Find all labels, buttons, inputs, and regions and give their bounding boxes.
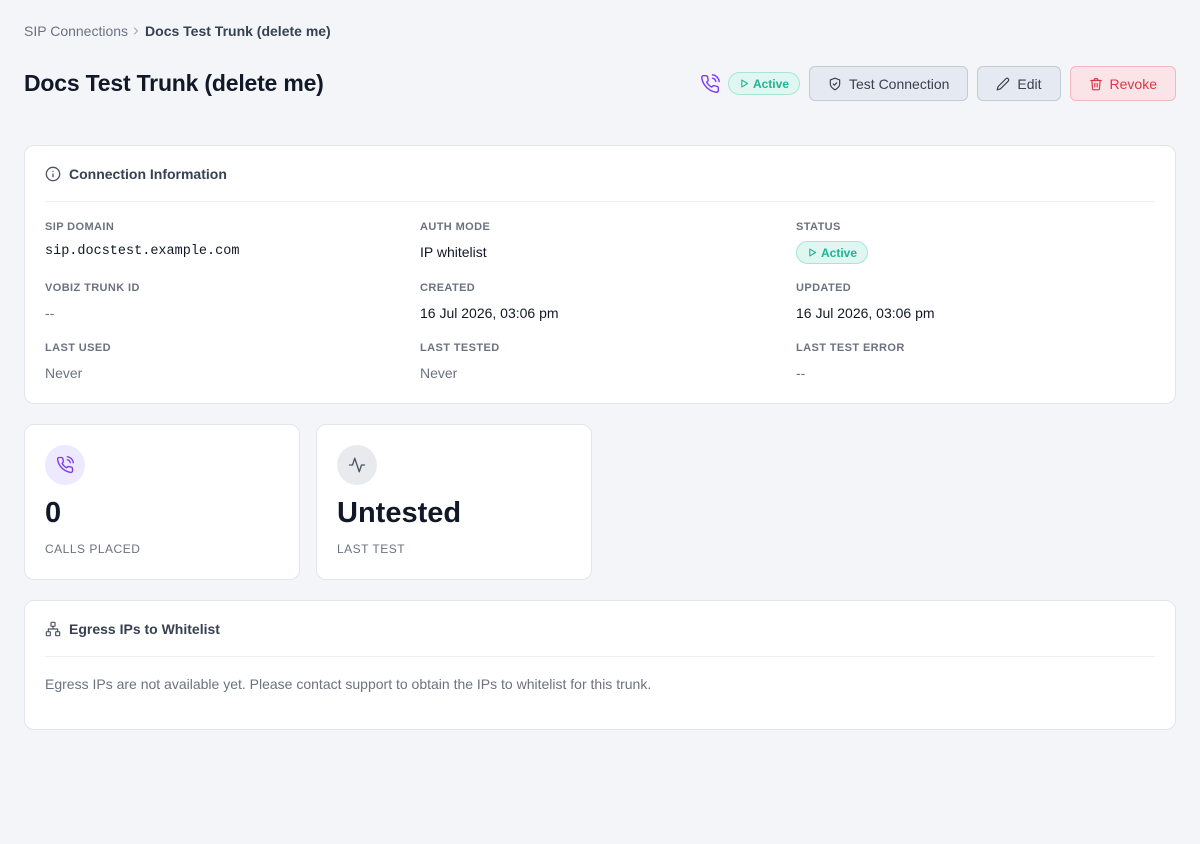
field-auth-mode: Auth Mode IP whitelist (420, 221, 760, 260)
status-badge-label: Active (821, 245, 858, 260)
breadcrumb: SIP Connections Docs Test Trunk (delete … (24, 22, 331, 40)
field-label: Status (796, 221, 841, 233)
field-created: Created 16 Jul 2026, 03:06 pm (420, 282, 760, 321)
egress-ips-message: Egress IPs are not available yet. Please… (45, 676, 652, 692)
play-icon (809, 248, 817, 257)
field-value: sip.docstest.example.com (45, 244, 240, 259)
field-label: Last Test Error (796, 342, 905, 354)
field-label: Last Tested (420, 342, 500, 354)
last-test-card: Untested Last Test (316, 424, 592, 580)
connection-information-header: Connection Information (45, 146, 1155, 202)
field-value: 16 Jul 2026, 03:06 pm (796, 305, 935, 321)
activity-icon (337, 445, 377, 485)
breadcrumb-link-sip-connections[interactable]: SIP Connections (24, 23, 128, 39)
field-value: Never (420, 365, 458, 381)
status-badge: Active (796, 241, 869, 264)
field-label: Updated (796, 282, 852, 294)
field-value: 16 Jul 2026, 03:06 pm (420, 305, 559, 321)
phone-outgoing-icon (700, 73, 720, 94)
info-icon (45, 166, 61, 181)
egress-ips-card: Egress IPs to Whitelist Egress IPs are n… (24, 600, 1176, 730)
field-label: Vobiz Trunk ID (45, 282, 140, 294)
edit-label: Edit (1017, 75, 1042, 92)
calls-placed-value: 0 (45, 497, 62, 529)
status-badge-label: Active (752, 76, 789, 91)
field-value: Never (45, 365, 83, 381)
play-icon (741, 79, 749, 88)
field-label: SIP Domain (45, 221, 115, 233)
page-title: Docs Test Trunk (delete me) (24, 70, 324, 96)
breadcrumb-current: Docs Test Trunk (delete me) (145, 23, 331, 39)
calls-placed-card: 0 Calls Placed (24, 424, 300, 580)
connection-information-card: Connection Information SIP Domain sip.do… (24, 145, 1176, 404)
field-last-tested: Last Tested Never (420, 342, 760, 381)
network-icon (45, 621, 61, 636)
last-test-value: Untested (337, 497, 462, 529)
status-badge: Active (727, 72, 800, 95)
pencil-icon (996, 77, 1010, 90)
shield-check-icon (829, 77, 841, 90)
field-updated: Updated 16 Jul 2026, 03:06 pm (796, 282, 1136, 321)
field-label: Auth Mode (420, 221, 491, 233)
field-label: Last Used (45, 342, 111, 354)
revoke-label: Revoke (1109, 75, 1157, 92)
test-connection-button[interactable]: Test Connection (809, 66, 969, 101)
field-last-test-error: Last Test Error -- (796, 342, 1136, 381)
chevron-right-icon (129, 24, 143, 38)
field-value: -- (45, 305, 55, 321)
field-last-used: Last Used Never (45, 342, 385, 381)
egress-ips-title: Egress IPs to Whitelist (69, 620, 220, 637)
phone-outgoing-icon (45, 445, 85, 485)
field-label: Created (420, 282, 476, 294)
edit-button[interactable]: Edit (977, 66, 1061, 101)
field-sip-domain: SIP Domain sip.docstest.example.com (45, 221, 385, 259)
test-connection-label: Test Connection (849, 75, 950, 92)
field-vobiz-trunk-id: Vobiz Trunk ID -- (45, 282, 385, 321)
connection-information-title: Connection Information (69, 165, 227, 182)
egress-ips-header: Egress IPs to Whitelist (45, 601, 1155, 657)
trash-icon (1089, 77, 1102, 90)
field-value: IP whitelist (420, 244, 487, 260)
field-value: -- (796, 365, 806, 381)
calls-placed-label: Calls Placed (45, 542, 141, 556)
last-test-label: Last Test (337, 542, 406, 556)
header-actions: Active Test Connection Edit Revoke (700, 66, 1176, 101)
revoke-button[interactable]: Revoke (1069, 66, 1176, 101)
field-status: Status Active (796, 221, 1136, 264)
